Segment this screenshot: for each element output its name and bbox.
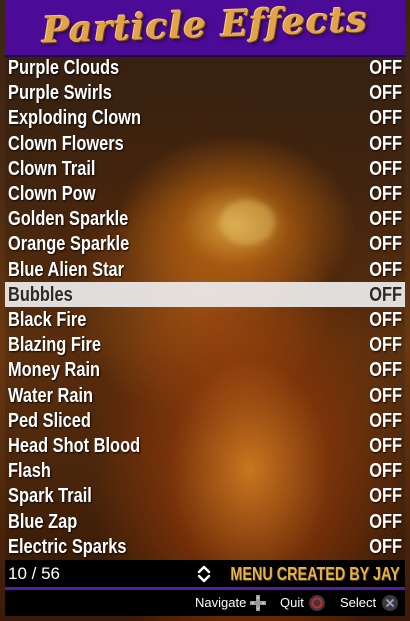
navigate-label: Navigate (195, 595, 247, 610)
menu-item-toggle-value: OFF (369, 283, 402, 306)
menu-item-label: Blue Alien Star (8, 258, 125, 281)
button-hints: Navigate Quit Select (5, 590, 405, 616)
cross-button-icon (382, 595, 398, 611)
menu-header: Particle Effects (5, 0, 405, 57)
menu-item[interactable]: Electric Sparks OFF (5, 534, 405, 559)
menu-item-toggle-value: OFF (369, 157, 402, 180)
menu-item-toggle-value: OFF (369, 359, 402, 382)
menu-item-toggle-value: OFF (369, 57, 402, 79)
menu-title: Particle Effects (41, 0, 369, 52)
menu-item-toggle-value: OFF (369, 82, 402, 105)
menu-item[interactable]: Clown Flowers OFF (5, 131, 405, 156)
menu-item-label: Orange Sparkle (8, 233, 130, 256)
menu-item-label: Water Rain (8, 384, 94, 407)
menu-item-label: Exploding Clown (8, 107, 142, 130)
menu-item-toggle-value: OFF (369, 435, 402, 457)
menu-item-toggle-value: OFF (369, 510, 402, 533)
menu-item[interactable]: Flash OFF (5, 458, 405, 483)
menu-item-toggle-value: OFF (369, 460, 402, 483)
menu-item-toggle-value: OFF (369, 485, 402, 508)
menu-item-label: Clown Pow (8, 183, 96, 205)
menu-item-label: Blue Zap (8, 510, 78, 533)
menu-item-label: Black Fire (8, 309, 87, 331)
menu-item-toggle-value: OFF (369, 233, 402, 256)
menu-item-label: Head Shot Blood (8, 435, 141, 457)
menu-credit: MENU CREATED BY JAY (230, 564, 400, 584)
menu-list: Purple Clouds OFF Purple Swirls OFF Explodin… (5, 55, 405, 560)
menu-item-toggle-value: OFF (369, 107, 402, 130)
menu-item[interactable]: Bubbles OFF (5, 281, 405, 307)
select-label: Select (340, 595, 377, 610)
menu-item[interactable]: Purple Clouds OFF (5, 55, 405, 80)
menu-item[interactable]: Spark Trail OFF (5, 483, 405, 508)
menu-item-toggle-value: OFF (369, 208, 402, 231)
menu-item-label: Money Rain (8, 359, 101, 382)
menu-item-label: Spark Trail (8, 485, 92, 508)
menu-item[interactable]: Orange Sparkle OFF (5, 231, 405, 256)
up-down-arrows-icon (197, 565, 211, 583)
menu-item-label: Purple Swirls (8, 82, 112, 105)
quit-label: Quit (280, 595, 304, 610)
menu-item-label: Purple Clouds (8, 57, 120, 79)
menu-item-toggle-value: OFF (369, 183, 402, 205)
menu-item-label: Golden Sparkle (8, 208, 129, 231)
menu-item[interactable]: Ped Sliced OFF (5, 408, 405, 433)
menu-item[interactable]: Blazing Fire OFF (5, 332, 405, 357)
circle-button-icon (309, 595, 325, 611)
menu-item-label: Bubbles (8, 283, 73, 306)
menu-item[interactable]: Blue Zap OFF (5, 509, 405, 534)
menu-item-toggle-value: OFF (369, 535, 402, 558)
menu-item[interactable]: Black Fire OFF (5, 307, 405, 332)
menu-item-toggle-value: OFF (369, 334, 402, 357)
menu-item[interactable]: Head Shot Blood OFF (5, 433, 405, 458)
menu-item-label: Clown Trail (8, 157, 96, 180)
menu-item-toggle-value: OFF (369, 132, 402, 155)
menu-item-toggle-value: OFF (369, 258, 402, 281)
menu-item-toggle-value: OFF (369, 384, 402, 407)
menu-item[interactable]: Exploding Clown OFF (5, 105, 405, 130)
menu-item-label: Blazing Fire (8, 334, 101, 357)
menu-item[interactable]: Purple Swirls OFF (5, 80, 405, 105)
menu-item[interactable]: Golden Sparkle OFF (5, 206, 405, 231)
menu-item-label: Flash (8, 460, 51, 483)
menu-item[interactable]: Money Rain OFF (5, 357, 405, 382)
menu-item[interactable]: Blue Alien Star OFF (5, 257, 405, 282)
menu-item[interactable]: Water Rain OFF (5, 383, 405, 408)
item-counter: 10 / 56 (8, 564, 60, 583)
menu-item[interactable]: Clown Trail OFF (5, 156, 405, 181)
menu-item-label: Clown Flowers (8, 132, 124, 155)
menu-footer: 10 / 56 MENU CREATED BY JAY (5, 560, 405, 588)
menu-item-toggle-value: OFF (369, 409, 402, 432)
menu-item[interactable]: Clown Pow OFF (5, 181, 405, 206)
dpad-icon (250, 595, 266, 611)
menu-item-toggle-value: OFF (369, 309, 402, 331)
menu-item-label: Electric Sparks (8, 535, 127, 558)
menu-item-label: Ped Sliced (8, 409, 91, 432)
